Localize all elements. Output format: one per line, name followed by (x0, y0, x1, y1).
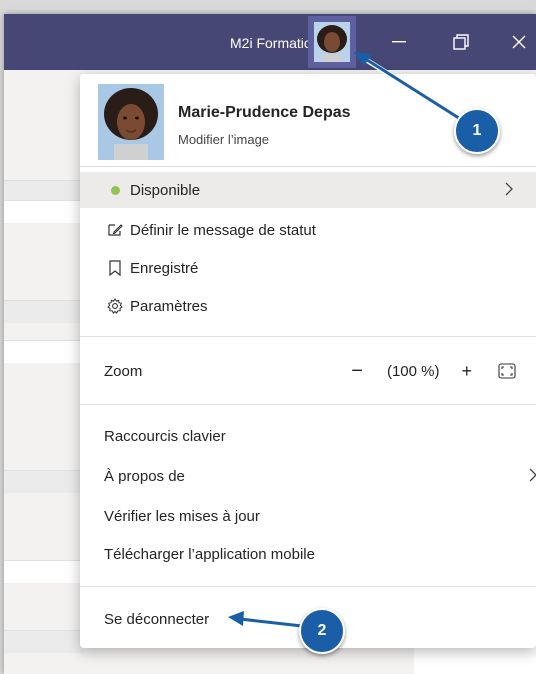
fullscreen-icon[interactable] (498, 363, 516, 379)
status-item[interactable]: Disponible (80, 172, 536, 208)
zoom-row: Zoom − (100 %) + (80, 353, 536, 389)
maximize-icon (453, 34, 469, 50)
minimize-button[interactable] (384, 28, 414, 56)
minimize-icon (392, 41, 406, 43)
set-status-message-label: Définir le message de statut (130, 221, 316, 239)
background-row (4, 560, 84, 583)
divider (80, 336, 536, 337)
organization-name: M2i Formation (230, 35, 320, 51)
background-row (4, 300, 84, 323)
status-dot-icon (106, 185, 124, 195)
status-label: Disponible (130, 181, 201, 199)
avatar (98, 84, 164, 160)
change-picture-link[interactable]: Modifier l’image (178, 132, 269, 147)
background-row (4, 340, 84, 363)
settings-label: Paramètres (130, 297, 208, 315)
gear-icon (106, 298, 124, 314)
zoom-value: (100 %) (386, 362, 440, 380)
zoom-out-button[interactable]: − (351, 360, 363, 383)
maximize-button[interactable] (446, 28, 476, 56)
background-row (4, 630, 84, 653)
saved-label: Enregistré (130, 259, 199, 277)
callout-badge-2: 2 (299, 608, 345, 654)
bookmark-icon (106, 260, 124, 276)
edit-message-icon (106, 222, 124, 238)
check-updates-label: Vérifier les mises à jour (104, 507, 260, 525)
about-label: À propos de (104, 467, 185, 485)
background-row (4, 200, 84, 223)
zoom-in-button[interactable]: + (461, 361, 472, 382)
download-mobile-label: Télécharger l’application mobile (104, 545, 315, 563)
profile-name: Marie-Prudence Depas (178, 104, 351, 121)
chevron-right-icon (505, 180, 514, 201)
title-bar: M2i Formation (4, 14, 536, 70)
callout-badge-1: 1 (454, 108, 500, 154)
profile-avatar-button[interactable] (308, 16, 356, 68)
close-button[interactable] (504, 28, 534, 56)
zoom-label: Zoom (104, 362, 143, 380)
avatar (314, 22, 350, 62)
divider (80, 166, 536, 167)
profile-picture[interactable] (98, 84, 164, 160)
set-status-message-item[interactable]: Définir le message de statut (80, 212, 536, 248)
saved-item[interactable]: Enregistré (80, 250, 536, 286)
download-mobile-item[interactable]: Télécharger l’application mobile (80, 536, 536, 572)
keyboard-shortcuts-item[interactable]: Raccourcis clavier (80, 418, 536, 454)
close-icon (512, 35, 526, 49)
settings-item[interactable]: Paramètres (80, 288, 536, 324)
check-updates-item[interactable]: Vérifier les mises à jour (80, 498, 536, 534)
divider (80, 404, 536, 405)
keyboard-shortcuts-label: Raccourcis clavier (104, 427, 226, 445)
divider (80, 586, 536, 587)
about-item[interactable]: À propos de (80, 458, 536, 494)
chevron-right-icon (529, 466, 536, 487)
background-row (4, 470, 84, 493)
profile-menu: Marie-Prudence Depas Modifier l’image Di… (80, 74, 536, 648)
